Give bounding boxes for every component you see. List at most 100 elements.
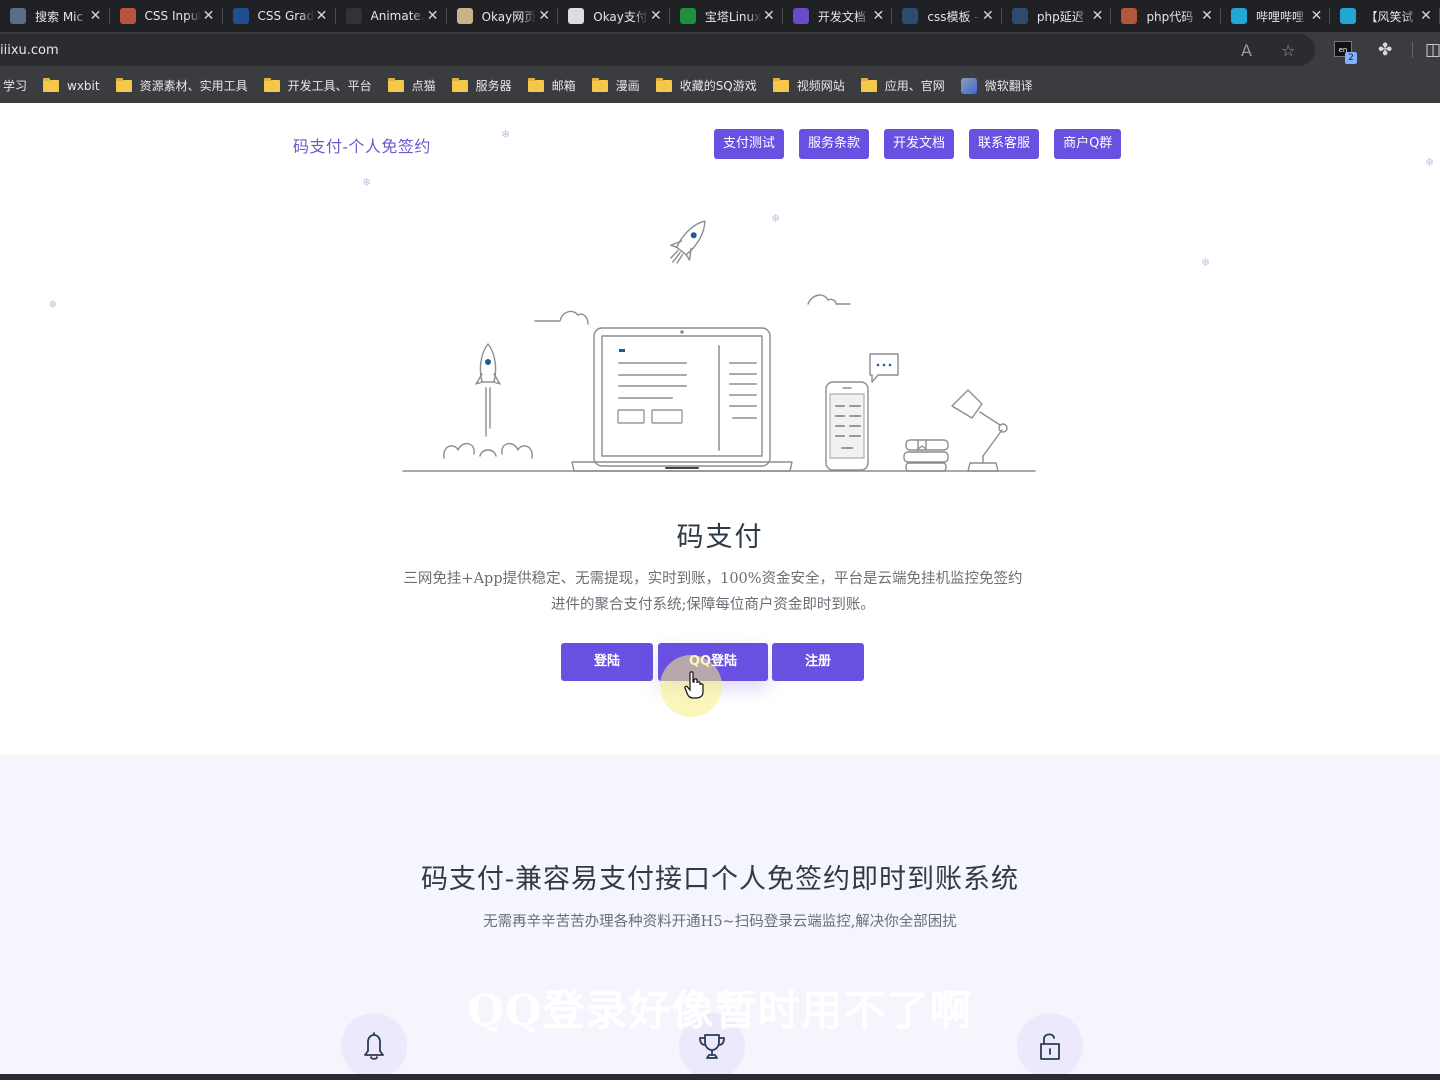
tab-close-icon[interactable]: ✕ bbox=[870, 8, 886, 24]
bookmark-label: 应用、官网 bbox=[884, 79, 945, 93]
tab-close-icon[interactable]: ✕ bbox=[1308, 8, 1324, 24]
nav-pay-test-button[interactable]: 支付测试 bbox=[714, 129, 785, 159]
tab-title: Okay网页 bbox=[481, 9, 537, 24]
nav-support-button[interactable]: 联系客服 bbox=[969, 129, 1040, 159]
browser-tab[interactable]: 【风笑试 ✕ bbox=[1330, 0, 1440, 32]
folder-icon bbox=[43, 77, 60, 92]
bookmark-item[interactable]: 服务器 bbox=[451, 77, 512, 94]
browser-tab[interactable]: css模板 - ✕ bbox=[892, 0, 1002, 32]
search-icon bbox=[1011, 8, 1028, 24]
tab-title: 搜索 Mic bbox=[35, 9, 84, 24]
bookmark-label: 收藏的SQ游戏 bbox=[679, 79, 757, 93]
tab-close-icon[interactable]: ✕ bbox=[201, 8, 217, 24]
browser-tab[interactable]: 哔哩哔哩 ✕ bbox=[1221, 0, 1331, 32]
browser-toolbar: iiixu.com A ☆ en 2 ✤ ◫ bbox=[0, 32, 1440, 68]
tab-title: 哔哩哔哩 bbox=[1255, 9, 1304, 24]
bookmark-item[interactable]: 点猫 bbox=[387, 77, 436, 94]
tab-close-icon[interactable]: ✕ bbox=[425, 8, 441, 24]
features-section: 码支付-兼容易支付接口个人免签约即时到账系统 无需再辛辛苦苦办理各种资料开通H5… bbox=[0, 755, 1440, 1074]
tab-close-icon[interactable]: ✕ bbox=[1199, 8, 1215, 24]
purple-logo-icon bbox=[792, 8, 809, 24]
favorite-star-icon[interactable]: ☆ bbox=[1281, 41, 1295, 60]
bookmark-item[interactable]: 应用、官网 bbox=[860, 77, 945, 94]
bookmark-item[interactable]: 漫画 bbox=[591, 77, 640, 94]
bookmarks-bar: 学习 wxbit 资源素材、实用工具 开发工具、平台 点猫 服务器 邮箱 漫画 收藏的SQ游戏 视… bbox=[0, 68, 1440, 103]
cloud-right bbox=[807, 294, 851, 305]
tab-close-icon[interactable]: ✕ bbox=[648, 8, 664, 24]
browser-tab[interactable]: php代码 ✕ bbox=[1111, 0, 1221, 32]
bookmark-item[interactable]: 资源素材、实用工具 bbox=[115, 77, 248, 94]
tab-title: Okay支付 bbox=[593, 9, 648, 24]
browser-tab[interactable]: 宝塔Linux ✕ bbox=[670, 0, 783, 32]
bookmark-label: 邮箱 bbox=[551, 79, 576, 93]
folder-icon bbox=[860, 77, 877, 92]
register-button[interactable]: 注册 bbox=[772, 643, 864, 681]
snowflake-icon: ❄ bbox=[48, 298, 58, 311]
browser-tab-strip: 搜索 Mic ✕ CSS Input ✕ CSS Grad ✕ Animate. ✕ Okay网… bbox=[0, 0, 1440, 32]
folder-icon bbox=[115, 77, 132, 92]
address-bar[interactable]: iiixu.com A ☆ bbox=[0, 34, 1315, 66]
nav-docs-button[interactable]: 开发文档 bbox=[884, 129, 955, 159]
nav-qq-group-button[interactable]: 商户Q群 bbox=[1054, 129, 1122, 159]
bookmark-item[interactable]: 微软翻译 bbox=[960, 77, 1033, 94]
url-text[interactable]: iiixu.com bbox=[0, 43, 59, 58]
snowflake-icon: ❄ bbox=[1425, 156, 1435, 169]
launching-rocket-icon bbox=[443, 343, 533, 459]
site-logo-text[interactable]: 码支付-个人免签约 bbox=[293, 133, 431, 157]
laptop-icon bbox=[571, 327, 793, 472]
bookmark-item[interactable]: 开发工具、平台 bbox=[263, 77, 372, 94]
search-icon bbox=[902, 8, 919, 24]
bookmark-item[interactable]: 学习 bbox=[3, 77, 27, 94]
globe-dark-icon bbox=[232, 8, 249, 24]
tab-close-icon[interactable]: ✕ bbox=[1418, 8, 1434, 24]
bookmark-item[interactable]: wxbit bbox=[43, 77, 100, 93]
browser-tab[interactable]: Okay网页 ✕ bbox=[447, 0, 559, 32]
browser-tab[interactable]: Animate. ✕ bbox=[336, 0, 447, 32]
browser-tab[interactable]: 开发文档 ✕ bbox=[783, 0, 893, 32]
image-thumb-icon bbox=[456, 8, 473, 24]
login-button[interactable]: 登陆 bbox=[561, 643, 653, 681]
nav-terms-button[interactable]: 服务条款 bbox=[799, 129, 870, 159]
bookmark-label: 学习 bbox=[3, 79, 28, 93]
read-aloud-icon[interactable]: A bbox=[1241, 41, 1252, 60]
split-screen-icon[interactable]: ◫ bbox=[1425, 40, 1440, 60]
tab-close-icon[interactable]: ✕ bbox=[1089, 8, 1105, 24]
extensions-puzzle-icon[interactable]: ✤ bbox=[1378, 40, 1392, 60]
folder-icon bbox=[387, 77, 404, 92]
tab-close-icon[interactable]: ✕ bbox=[761, 8, 777, 24]
bookmark-item[interactable]: 收藏的SQ游戏 bbox=[655, 77, 757, 94]
browser-tab[interactable]: CSS Input ✕ bbox=[110, 0, 223, 32]
tab-title: php延迟 bbox=[1036, 9, 1084, 24]
tab-close-icon[interactable]: ✕ bbox=[536, 8, 552, 24]
flying-rocket-icon bbox=[669, 220, 706, 264]
tab-title: php代码 bbox=[1146, 9, 1194, 24]
tab-close-icon[interactable]: ✕ bbox=[980, 8, 996, 24]
toolbar-divider bbox=[1412, 42, 1413, 58]
bookmark-label: 服务器 bbox=[475, 79, 512, 93]
site-nav: 支付测试 服务条款 开发文档 联系客服 商户Q群 bbox=[714, 129, 1122, 159]
folder-icon bbox=[263, 77, 280, 92]
desk-lamp-icon bbox=[951, 389, 1008, 472]
snowflake-icon: ❄ bbox=[1201, 256, 1211, 269]
bookmark-item[interactable]: 邮箱 bbox=[527, 77, 576, 94]
hero-illustration bbox=[402, 220, 1036, 472]
extension-badge-count: 2 bbox=[1345, 52, 1357, 64]
folder-icon bbox=[772, 77, 789, 92]
features-subtitle: 无需再辛辛苦苦办理各种资料开通H5~扫码登录云端监控,解决你全部困扰 bbox=[483, 914, 957, 930]
browser-tab[interactable]: CSS Grad ✕ bbox=[223, 0, 336, 32]
hero-description: 三网免挂+App提供稳定、无需提现，实时到账，100%资金安全，平台是云端免挂机… bbox=[403, 571, 1023, 613]
bookmark-label: 开发工具、平台 bbox=[287, 79, 372, 93]
a-logo-icon bbox=[345, 8, 362, 24]
tab-close-icon[interactable]: ✕ bbox=[88, 8, 104, 24]
tab-title: CSS Grad bbox=[257, 9, 314, 23]
translator-icon bbox=[960, 77, 977, 94]
snowflake-icon: ❄ bbox=[501, 128, 511, 141]
tab-title: 开发文档 bbox=[817, 9, 866, 24]
tab-close-icon[interactable]: ✕ bbox=[314, 8, 330, 24]
browser-tab[interactable]: Okay支付 ✕ bbox=[558, 0, 670, 32]
bookmark-item[interactable]: 视频网站 bbox=[772, 77, 845, 94]
browser-tab[interactable]: 搜索 Mic ✕ bbox=[0, 0, 110, 32]
snowflake-icon: ❄ bbox=[362, 176, 372, 189]
shield-green-icon bbox=[679, 8, 696, 24]
browser-tab[interactable]: php延迟 ✕ bbox=[1002, 0, 1112, 32]
